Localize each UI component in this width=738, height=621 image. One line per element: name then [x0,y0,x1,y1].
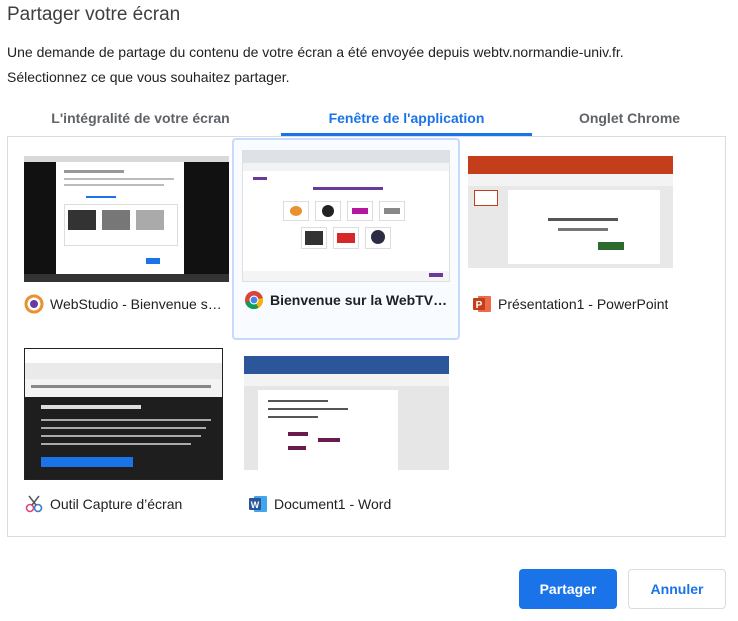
window-tile-chrome[interactable]: Bienvenue sur la WebTV Normandie Univers… [232,138,460,340]
dialog-title: Partager votre écran [7,4,181,25]
window-label: Outil Capture d’écran [24,493,229,515]
window-thumbnail [244,356,449,470]
tab-application-window[interactable]: Fenêtre de l'application [281,102,532,136]
svg-text:W: W [251,500,260,510]
window-label: P Présentation1 - PowerPoint [472,293,677,315]
tab-chrome-tab[interactable]: Onglet Chrome [532,102,727,134]
svg-text:P: P [476,300,483,311]
window-tile-webstudio[interactable]: WebStudio - Bienvenue sur la WebTV [12,142,234,336]
dialog-description: Une demande de partage du contenu de vot… [7,40,732,90]
word-icon: W [248,494,268,514]
powerpoint-icon: P [472,294,492,314]
share-button[interactable]: Partager [519,569,617,609]
cancel-button[interactable]: Annuler [628,569,726,609]
share-tabs: L'intégralité de votre écran Fenêtre de … [0,102,738,136]
webstudio-icon [24,294,44,314]
window-thumbnail [24,348,223,480]
tab-entire-screen[interactable]: L'intégralité de votre écran [0,102,281,134]
window-tile-snipping-tool[interactable]: Outil Capture d’écran [12,342,234,536]
description-line-2: Sélectionnez ce que vous souhaitez parta… [7,69,290,85]
chrome-icon [244,290,264,310]
window-thumbnail [468,156,673,268]
window-thumbnail [242,150,450,282]
window-tile-powerpoint[interactable]: P Présentation1 - PowerPoint [460,142,682,336]
window-label: W Document1 - Word [248,493,453,515]
window-list-panel: WebStudio - Bienvenue sur la WebTV [7,136,726,537]
snipping-tool-icon [24,494,44,514]
description-line-1: Une demande de partage du contenu de vot… [7,44,624,60]
window-tile-word[interactable]: W Document1 - Word [236,342,458,536]
window-label: WebStudio - Bienvenue sur la WebTV [24,293,229,315]
window-label: Bienvenue sur la WebTV Normandie Univers… [244,289,449,311]
window-thumbnail [24,156,229,282]
